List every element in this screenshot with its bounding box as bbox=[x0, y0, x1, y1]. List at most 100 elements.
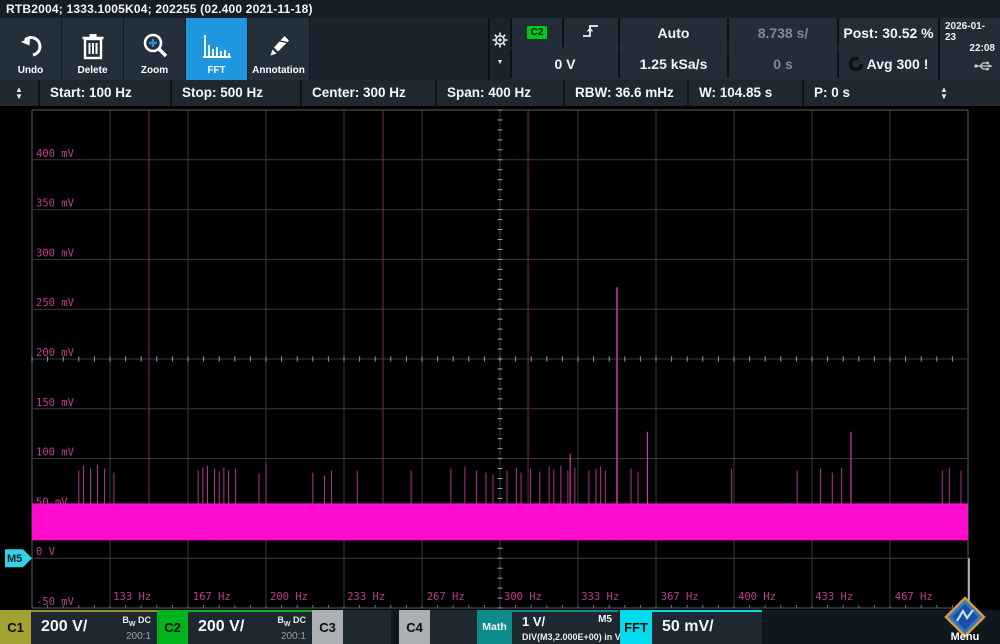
svg-text:367 Hz: 367 Hz bbox=[661, 591, 699, 603]
zoom-button[interactable]: Zoom bbox=[124, 18, 185, 80]
delete-button[interactable]: Delete bbox=[62, 18, 123, 80]
svg-text:200 Hz: 200 Hz bbox=[270, 591, 308, 603]
usb-icon bbox=[973, 60, 995, 75]
trigger-mode-cell[interactable]: Auto bbox=[618, 18, 727, 47]
rising-edge-icon bbox=[582, 23, 600, 42]
time-value: 22:08 bbox=[969, 43, 995, 54]
trigger-source-badge: C2 bbox=[527, 26, 548, 39]
trigger-level-value: 0 V bbox=[554, 56, 575, 72]
channel-bar: C1 200 V/ BW DC 200:1 C2 200 V/ BW DC 20… bbox=[0, 610, 1000, 644]
svg-text:200 mV: 200 mV bbox=[36, 347, 75, 359]
zoom-icon bbox=[141, 29, 169, 63]
average-icon bbox=[849, 57, 863, 71]
horizontal-position-value: 0 s bbox=[773, 56, 792, 72]
freq-setting-pos[interactable]: P: 0 s bbox=[802, 80, 918, 106]
undo-icon bbox=[17, 29, 45, 63]
annotation-icon bbox=[266, 29, 292, 63]
channel2-probe-ratio: 200:1 bbox=[281, 631, 306, 642]
timebase-cell[interactable]: 8.738 s/ bbox=[727, 18, 837, 47]
frequency-settings-bar: ▲ ▼ Start: 100 HzStop: 500 HzCenter: 300… bbox=[0, 80, 1000, 106]
fft-icon bbox=[202, 29, 232, 63]
scroll-updown-right[interactable]: ▲ ▼ bbox=[925, 80, 963, 106]
toolbar-buttons: Undo Delete Zoom FFT Annotation bbox=[0, 18, 310, 80]
channel1-scale: 200 V/ bbox=[41, 618, 87, 636]
timebase-value: 8.738 s/ bbox=[758, 25, 809, 41]
title-bar: RTB2004; 1333.1005K04; 202255 (02.400 20… bbox=[0, 0, 1000, 18]
svg-text:233 Hz: 233 Hz bbox=[347, 591, 385, 603]
menu-label: Menu bbox=[930, 631, 1000, 643]
channel1-badge[interactable]: C1 bbox=[0, 610, 31, 644]
channel4-settings-cell[interactable] bbox=[430, 610, 478, 644]
trigger-source-cell[interactable]: C2 bbox=[510, 18, 562, 47]
freq-setting-start[interactable]: Start: 100 Hz bbox=[38, 80, 170, 106]
svg-text:50 mV: 50 mV bbox=[36, 496, 68, 508]
acquisition-cell[interactable]: Avg 300 ! bbox=[837, 49, 938, 78]
svg-text:400 Hz: 400 Hz bbox=[738, 591, 776, 603]
svg-text:400 mV: 400 mV bbox=[36, 148, 75, 160]
m5-marker-label: M5 bbox=[7, 553, 22, 565]
acquisition-value: Avg 300 ! bbox=[867, 56, 929, 72]
fft-label: FFT bbox=[207, 65, 225, 76]
gear-icon bbox=[492, 32, 508, 53]
fft-button[interactable]: FFT bbox=[186, 18, 247, 80]
channel2-scale: 200 V/ bbox=[198, 618, 244, 636]
channel2-settings-cell[interactable]: 200 V/ BW DC 200:1 bbox=[188, 610, 312, 644]
channel1-settings-cell[interactable]: 200 V/ BW DC 200:1 bbox=[31, 610, 157, 644]
date-value: 2026-01-23 bbox=[945, 21, 995, 43]
fft-spectrum-chart: 400 mV 350 mV 300 mV 250 mV 200 mV 150 mV 100 … bbox=[0, 106, 1000, 610]
menu-button[interactable]: Menu bbox=[930, 596, 1000, 644]
freq-setting-span[interactable]: Span: 400 Hz bbox=[435, 80, 563, 106]
svg-text:-50 mV: -50 mV bbox=[36, 596, 75, 608]
channel3-settings-cell[interactable] bbox=[343, 610, 391, 644]
channel4-badge[interactable]: C4 bbox=[399, 610, 430, 644]
channel3-badge[interactable]: C3 bbox=[312, 610, 343, 644]
channel2-badge[interactable]: C2 bbox=[157, 610, 188, 644]
oscilloscope-screen: RTB2004; 1333.1005K04; 202255 (02.400 20… bbox=[0, 0, 1000, 644]
fft-display-area[interactable]: 400 mV 350 mV 300 mV 250 mV 200 mV 150 mV 100 … bbox=[0, 106, 1000, 610]
freq-setting-rbw[interactable]: RBW: 36.6 mHz bbox=[563, 80, 687, 106]
svg-text:100 mV: 100 mV bbox=[36, 447, 75, 459]
post-trigger-cell[interactable]: Post: 30.52 % bbox=[837, 18, 938, 47]
svg-text:167 Hz: 167 Hz bbox=[193, 591, 231, 603]
general-settings-button[interactable]: ▼ bbox=[488, 18, 510, 80]
delete-icon bbox=[81, 29, 105, 63]
svg-text:0 V: 0 V bbox=[36, 546, 56, 558]
trigger-slope-cell[interactable] bbox=[562, 18, 618, 47]
freq-setting-center[interactable]: Center: 300 Hz bbox=[300, 80, 435, 106]
math-badge[interactable]: Math bbox=[477, 610, 512, 644]
channel2-coupling: BW DC bbox=[277, 615, 306, 628]
math-scale: 1 V/ bbox=[522, 614, 545, 629]
sample-rate-value: 1.25 kSa/s bbox=[640, 56, 708, 72]
svg-text:333 Hz: 333 Hz bbox=[581, 591, 619, 603]
sample-rate-cell[interactable]: 1.25 kSa/s bbox=[618, 49, 727, 78]
channel1-probe-ratio: 200:1 bbox=[126, 631, 151, 642]
annotation-button[interactable]: Annotation bbox=[248, 18, 309, 80]
chevron-down-icon: ▼ bbox=[497, 59, 504, 66]
svg-text:133 Hz: 133 Hz bbox=[113, 591, 151, 603]
trigger-level-cell[interactable]: 0 V bbox=[510, 49, 618, 78]
scroll-updown-left[interactable]: ▲ ▼ bbox=[0, 80, 38, 106]
svg-text:467 Hz: 467 Hz bbox=[895, 591, 933, 603]
triangle-down-icon: ▼ bbox=[15, 93, 23, 100]
undo-label: Undo bbox=[18, 65, 44, 76]
datetime-cell[interactable]: 2026-01-23 22:08 bbox=[938, 18, 1000, 80]
svg-text:350 mV: 350 mV bbox=[36, 198, 75, 210]
delete-label: Delete bbox=[77, 65, 107, 76]
svg-text:150 mV: 150 mV bbox=[36, 397, 75, 409]
toolbar: Undo Delete Zoom FFT Annotation bbox=[0, 18, 488, 80]
svg-text:300 Hz: 300 Hz bbox=[504, 591, 542, 603]
freq-setting-stop[interactable]: Stop: 500 Hz bbox=[170, 80, 300, 106]
toolbar-empty-area bbox=[310, 18, 488, 80]
fft-settings-cell[interactable]: 50 mV/ bbox=[652, 610, 762, 644]
math-expression: DIV(M3,2.000E+00) in V bbox=[522, 632, 621, 642]
svg-text:433 Hz: 433 Hz bbox=[815, 591, 853, 603]
channel1-coupling: BW DC bbox=[122, 615, 151, 628]
trigger-mode-value: Auto bbox=[658, 25, 690, 41]
svg-text:250 mV: 250 mV bbox=[36, 297, 75, 309]
fft-badge[interactable]: FFT bbox=[620, 610, 652, 644]
horizontal-position-cell[interactable]: 0 s bbox=[727, 49, 837, 78]
undo-button[interactable]: Undo bbox=[0, 18, 61, 80]
math-settings-cell[interactable]: 1 V/ M5 DIV(M3,2.000E+00) in V bbox=[512, 610, 618, 644]
svg-text:300 mV: 300 mV bbox=[36, 247, 75, 259]
freq-setting-window[interactable]: W: 104.85 s bbox=[687, 80, 802, 106]
